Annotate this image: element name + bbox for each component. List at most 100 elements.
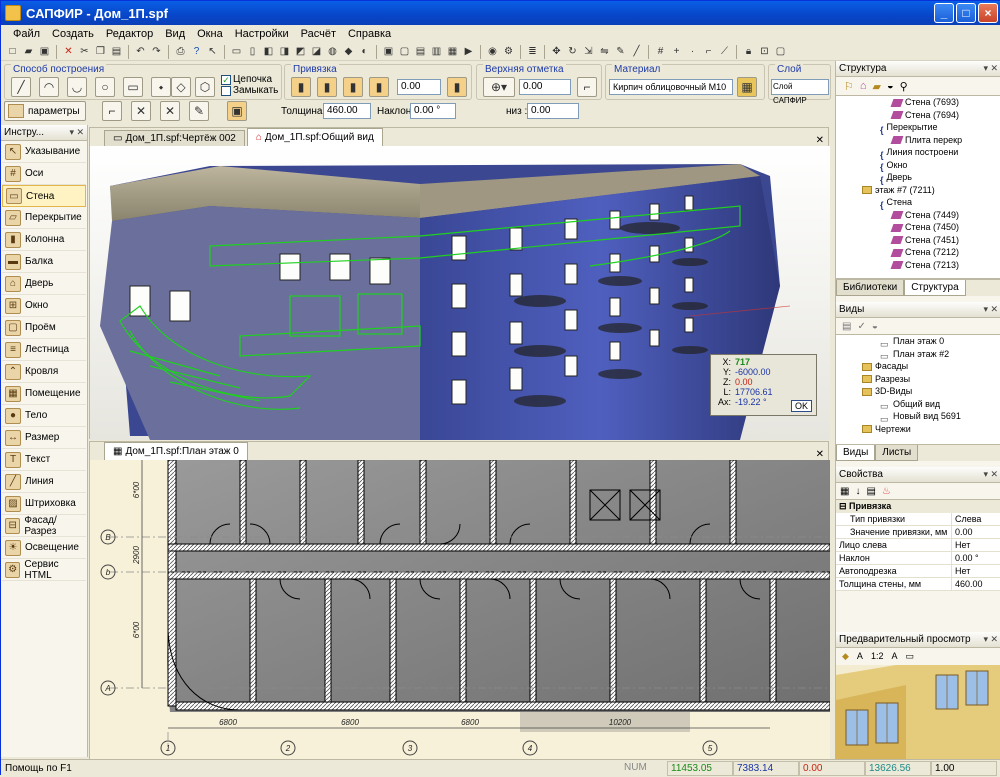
camera-video-icon[interactable]: ▶ xyxy=(461,44,476,59)
tab-structure[interactable]: Структура xyxy=(904,280,966,296)
preview-frame-icon[interactable]: ▭ xyxy=(905,651,914,662)
snap-left-icon[interactable]: ▮ xyxy=(291,77,311,97)
sort-az-icon[interactable]: ↓ xyxy=(855,486,860,497)
rotate-icon[interactable]: ↻ xyxy=(565,44,580,59)
structure-tree-icon[interactable]: ⌂ xyxy=(860,80,867,92)
tool-pointer[interactable]: ↖ Указывание xyxy=(2,141,86,163)
tool-column[interactable]: ▮ Колонна xyxy=(2,229,86,251)
materials-icon[interactable]: ◆ xyxy=(341,44,356,59)
top-mark-pick-icon[interactable]: ⌐ xyxy=(577,77,597,97)
structure-search-icon[interactable]: ⚲ xyxy=(900,80,908,93)
structure-node[interactable]: Стена (7449) xyxy=(840,209,1000,222)
panel-pin-icon[interactable]: ▾ ✕ xyxy=(69,125,84,140)
paste-icon[interactable]: ▤ xyxy=(109,44,124,59)
copy-icon[interactable]: ❐ xyxy=(93,44,108,59)
layer-icon[interactable]: ▭ xyxy=(229,44,244,59)
window-icon[interactable]: ▢ xyxy=(773,44,788,59)
properties-pin-icon[interactable]: ▾ ✕ xyxy=(983,467,998,482)
cube-side-icon[interactable]: ▢ xyxy=(397,44,412,59)
hex-mode-icon[interactable]: ⬡ xyxy=(195,77,215,97)
minimize-button[interactable]: _ xyxy=(934,3,954,23)
property-row[interactable]: Лицо слева Нет xyxy=(836,539,1000,552)
fire-icon[interactable]: ♨ xyxy=(882,486,891,497)
snap-center-icon[interactable]: ▮ xyxy=(317,77,337,97)
structure-tree[interactable]: Стена (7693) Стена (7694){Перекрытие Плита… xyxy=(836,95,1000,279)
tab-views[interactable]: Виды xyxy=(836,445,876,461)
views-eye-icon[interactable]: ◒ xyxy=(872,321,878,332)
tool-body[interactable]: ● Тело xyxy=(2,405,86,427)
view-node[interactable]: Чертежи xyxy=(840,423,1000,436)
tool-section[interactable]: ⊟ Фасад/Разрез xyxy=(2,515,86,537)
structure-filter-icon[interactable]: ⚐ xyxy=(844,80,854,93)
menu-settings[interactable]: Настройки xyxy=(229,28,295,40)
layer-field[interactable]: Слой САПФИР xyxy=(771,79,829,105)
maximize-button[interactable]: □ xyxy=(956,3,976,23)
menu-edit[interactable]: Редактор xyxy=(100,28,159,40)
structure-node[interactable]: Стена (7694) xyxy=(840,109,1000,122)
open-folder-icon[interactable]: ▰ xyxy=(21,44,36,59)
view-node[interactable]: 3D-Виды xyxy=(840,385,1000,398)
tool-text[interactable]: T Текст xyxy=(2,449,86,471)
top-view-icon[interactable]: ◩ xyxy=(293,44,308,59)
view-node[interactable]: ▭ План этаж #2 xyxy=(840,348,1000,362)
render-icon[interactable]: ◍ xyxy=(325,44,340,59)
structure-node[interactable]: Плита перекр xyxy=(840,134,1000,147)
line-mode-icon[interactable]: ╱ xyxy=(11,77,31,97)
view-3d[interactable]: ▭ Дом_1П.spf:Чертёж 002 ⌂ Дом_1П.spf:Общ… xyxy=(89,127,830,440)
print-icon[interactable]: ⎙ xyxy=(173,44,188,59)
property-row[interactable]: Толщина стены, мм 460.00 xyxy=(836,578,1000,591)
views-tree[interactable]: ▭ План этаж 0 ▭ План этаж #2 Фасады Разрезы 3D… xyxy=(836,334,1000,444)
chain-checkbox[interactable]: ✓ Цепочка xyxy=(221,74,278,85)
thickness-field[interactable]: 460.00 xyxy=(323,103,371,119)
cube-iso-icon[interactable]: ▥ xyxy=(429,44,444,59)
preview-font-icon[interactable]: A xyxy=(891,651,897,661)
snap-value-field[interactable]: 0.00 xyxy=(397,79,441,95)
tool-wall[interactable]: ▭ Стена xyxy=(2,185,86,207)
grid-icon[interactable]: # xyxy=(653,44,668,59)
diag-mode-icon[interactable]: ⬩ xyxy=(151,77,171,97)
structure-node[interactable]: Стена (7212) xyxy=(840,246,1000,259)
view-close-icon[interactable]: ✕ xyxy=(816,135,824,146)
close-checkbox[interactable]: Замыкать xyxy=(221,85,278,96)
arc-mode-icon[interactable]: ◠ xyxy=(39,77,59,97)
redo-icon[interactable]: ↷ xyxy=(149,44,164,59)
tool-slab[interactable]: ▱ Перекрытие xyxy=(2,207,86,229)
move-icon[interactable]: ✥ xyxy=(549,44,564,59)
cube-front-icon[interactable]: ▣ xyxy=(381,44,396,59)
help-icon[interactable]: ? xyxy=(189,44,204,59)
tilt-field[interactable]: 0.00 ° xyxy=(410,103,456,119)
menu-windows[interactable]: Окна xyxy=(191,28,229,40)
view-node[interactable]: ▭ Новый вид 5691 xyxy=(840,410,1000,424)
tool-light[interactable]: ☀ Освещение xyxy=(2,537,86,559)
coord-ok-button[interactable]: OK xyxy=(790,400,812,412)
structure-node[interactable]: Стена (7213) xyxy=(840,259,1000,272)
menu-file[interactable]: Файл xyxy=(7,28,46,40)
view-node[interactable]: Фасады xyxy=(840,360,1000,373)
view-node[interactable]: ▭ Общий вид xyxy=(840,398,1000,412)
menu-help[interactable]: Справка xyxy=(342,28,397,40)
params-button[interactable]: параметры xyxy=(4,101,86,121)
lock-icon[interactable]: 🔒︎ xyxy=(741,44,756,59)
cut-wall-icon[interactable]: ✕ xyxy=(131,101,151,121)
rect-mode-icon[interactable]: ▭ xyxy=(123,77,143,97)
wall-3d-icon[interactable]: ▣ xyxy=(227,101,247,121)
structure-node[interactable]: Стена (7450) xyxy=(840,221,1000,234)
delete-icon[interactable]: ✕ xyxy=(61,44,76,59)
snap-point-icon[interactable]: · xyxy=(685,44,700,59)
views-pin-icon[interactable]: ▾ ✕ xyxy=(983,302,998,317)
tool-opening[interactable]: ▢ Проём xyxy=(2,317,86,339)
property-row[interactable]: Наклон 0.00 ° xyxy=(836,552,1000,565)
structure-node[interactable]: {Линия построени xyxy=(840,146,1000,160)
box-view-icon[interactable]: ◧ xyxy=(261,44,276,59)
snap-end-icon[interactable]: ⌐ xyxy=(701,44,716,59)
structure-folder-icon[interactable]: ▰ xyxy=(873,80,881,93)
menu-view[interactable]: Вид xyxy=(159,28,191,40)
menu-create[interactable]: Создать xyxy=(46,28,100,40)
view-node[interactable]: Разрезы xyxy=(840,373,1000,386)
rhomb-mode-icon[interactable]: ◇ xyxy=(171,77,191,97)
structure-node[interactable]: {Окно xyxy=(840,159,1000,173)
tool-roof[interactable]: ⌃ Кровля xyxy=(2,361,86,383)
snap-line-icon[interactable]: ⟋ xyxy=(717,44,732,59)
cube-top-icon[interactable]: ▤ xyxy=(413,44,428,59)
structure-node[interactable]: {Дверь xyxy=(840,171,1000,185)
